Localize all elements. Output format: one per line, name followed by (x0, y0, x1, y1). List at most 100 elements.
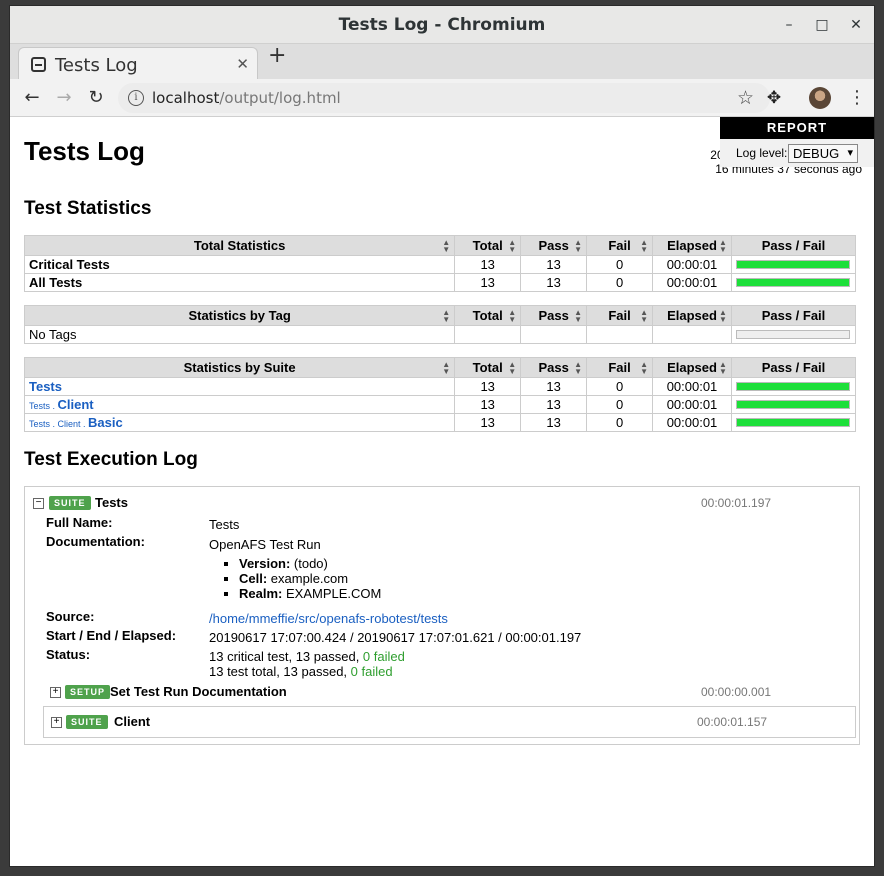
col-header-elapsed[interactable]: Elapsed ▲ ▼ (652, 235, 732, 256)
setup-name[interactable]: Set Test Run Documentation (110, 684, 287, 699)
suite-label: SUITE (66, 715, 108, 729)
forward-button[interactable]: → (53, 87, 75, 109)
stat-total: 13 (454, 377, 522, 396)
sort-icon: ▲ ▼ (508, 308, 517, 324)
maximize-button[interactable]: □ (813, 16, 831, 34)
expand-toggle[interactable]: + (51, 717, 62, 728)
suite-name[interactable]: Client (114, 714, 150, 729)
tag-statistics-table: Statistics by Tag ▲ ▼ Total ▲ ▼ Pass ▲ ▼ Fail ▲… (23, 305, 857, 344)
source-key: Source: (46, 609, 95, 624)
statistics-heading: Test Statistics (24, 198, 152, 219)
col-header-total[interactable]: Total ▲ ▼ (454, 235, 522, 256)
col-header-name[interactable]: Total Statistics ▲ ▼ (23, 235, 456, 256)
col-header-elapsed[interactable]: Elapsed ▲ ▼ (652, 357, 732, 378)
stat-total (454, 325, 522, 344)
log-level-label: Log level: (736, 146, 788, 160)
col-header-fail[interactable]: Fail ▲ ▼ (586, 235, 654, 256)
setup-elapsed: 00:00:00.001 (701, 685, 772, 699)
browser-toolbar: ← → ↻ i localhost/output/log.html ☆ ✥ ⋮ (10, 79, 874, 117)
stat-fail: 0 (586, 255, 654, 274)
page-icon (31, 57, 46, 72)
col-header-graph: Pass / Fail (730, 357, 857, 378)
list-item: Cell: example.com (239, 571, 381, 586)
setup-label: SETUP (65, 685, 111, 699)
sort-icon: ▲ ▼ (640, 238, 649, 254)
collapse-toggle[interactable]: − (33, 498, 44, 509)
report-link[interactable]: REPORT (720, 117, 874, 139)
stat-pass: 13 (520, 413, 588, 432)
browser-window: Tests Log - Chromium – □ ✕ Tests Log ✕ +… (10, 6, 874, 866)
suite-name[interactable]: Tests (95, 495, 128, 510)
total-statistics-table: Total Statistics ▲ ▼ Total ▲ ▼ Pass ▲ ▼ Fail ▲ ▼… (23, 235, 857, 292)
pass-fail-graph (730, 255, 857, 274)
info-icon[interactable]: i (128, 90, 144, 106)
stat-total: 13 (454, 255, 522, 274)
sort-icon: ▲ ▼ (508, 360, 517, 376)
col-header-elapsed[interactable]: Elapsed ▲ ▼ (652, 305, 732, 326)
sort-icon: ▲ ▼ (719, 360, 727, 376)
stat-elapsed: 00:00:01 (652, 395, 732, 414)
title-bar: Tests Log - Chromium – □ ✕ (10, 6, 874, 44)
stat-pass: 13 (520, 255, 588, 274)
back-button[interactable]: ← (21, 87, 43, 109)
window-title: Tests Log - Chromium (338, 15, 546, 35)
stat-pass: 13 (520, 377, 588, 396)
stat-elapsed: 00:00:01 (652, 377, 732, 396)
bookmark-star-icon[interactable]: ☆ (737, 87, 754, 109)
stat-fail: 0 (586, 377, 654, 396)
new-tab-button[interactable]: + (268, 45, 286, 67)
stat-elapsed: 00:00:01 (652, 255, 732, 274)
col-header-total[interactable]: Total ▲ ▼ (454, 305, 522, 326)
table-row: Tests . Client . Basic 13 13 0 00:00:01 (23, 413, 857, 432)
stat-pass: 13 (520, 273, 588, 292)
col-header-fail[interactable]: Fail ▲ ▼ (586, 305, 654, 326)
address-bar[interactable]: i localhost/output/log.html ☆ (118, 83, 770, 113)
suite-name-cell: Tests . Client (23, 395, 456, 414)
suite-elapsed: 00:00:01.197 (701, 496, 772, 510)
col-header-fail[interactable]: Fail ▲ ▼ (586, 357, 654, 378)
sort-icon: ▲ ▼ (442, 308, 451, 324)
close-window-button[interactable]: ✕ (847, 16, 865, 34)
tab-close-icon[interactable]: ✕ (236, 55, 249, 73)
list-item: Realm: EXAMPLE.COM (239, 586, 381, 601)
stat-fail: 0 (586, 413, 654, 432)
col-header-pass[interactable]: Pass ▲ ▼ (520, 305, 588, 326)
expand-toggle[interactable]: + (50, 687, 61, 698)
sort-icon: ▲ ▼ (442, 360, 451, 376)
reload-button[interactable]: ↻ (85, 87, 107, 109)
sort-icon: ▲ ▼ (508, 238, 517, 254)
col-header-name[interactable]: Statistics by Tag ▲ ▼ (23, 305, 456, 326)
col-header-total[interactable]: Total ▲ ▼ (454, 357, 522, 378)
full-name-value: Tests (209, 517, 240, 532)
col-header-pass[interactable]: Pass ▲ ▼ (520, 357, 588, 378)
browser-menu-icon[interactable]: ⋮ (848, 87, 866, 108)
extension-icon[interactable]: ✥ (764, 88, 784, 108)
source-link[interactable]: /home/mmeffie/src/openafs-robotest/tests (209, 611, 448, 626)
url-text[interactable]: localhost/output/log.html (152, 89, 341, 107)
stat-pass (520, 325, 588, 344)
profile-avatar[interactable] (809, 87, 831, 109)
col-header-graph: Pass / Fail (730, 235, 857, 256)
minimize-button[interactable]: – (780, 16, 798, 34)
stat-elapsed (652, 325, 732, 344)
sort-icon: ▲ ▼ (719, 238, 727, 254)
suite-link[interactable]: Tests (29, 379, 62, 394)
full-name-key: Full Name: (46, 515, 113, 530)
sort-icon: ▲ ▼ (574, 238, 583, 254)
table-row: Critical Tests 13 13 0 00:00:01 (23, 255, 857, 274)
stat-total: 13 (454, 395, 522, 414)
times-value: 20190617 17:07:00.424 / 20190617 17:07:0… (209, 630, 582, 645)
col-header-pass[interactable]: Pass ▲ ▼ (520, 235, 588, 256)
col-header-name[interactable]: Statistics by Suite ▲ ▼ (23, 357, 456, 378)
suite-link[interactable]: Client (58, 397, 94, 412)
table-row: All Tests 13 13 0 00:00:01 (23, 273, 857, 292)
suite-statistics-table: Statistics by Suite ▲ ▼ Total ▲ ▼ Pass ▲ ▼ Fai… (23, 357, 857, 432)
tab-title: Tests Log (55, 55, 138, 76)
stat-total: 13 (454, 273, 522, 292)
suite-link[interactable]: Basic (88, 415, 123, 430)
sort-icon: ▲ ▼ (719, 308, 727, 324)
sort-icon: ▲ ▼ (640, 308, 649, 324)
tab-tests-log[interactable]: Tests Log ✕ (18, 47, 258, 80)
log-level-select[interactable]: DEBUG (788, 144, 858, 163)
table-row: Tests . Client 13 13 0 00:00:01 (23, 395, 857, 414)
